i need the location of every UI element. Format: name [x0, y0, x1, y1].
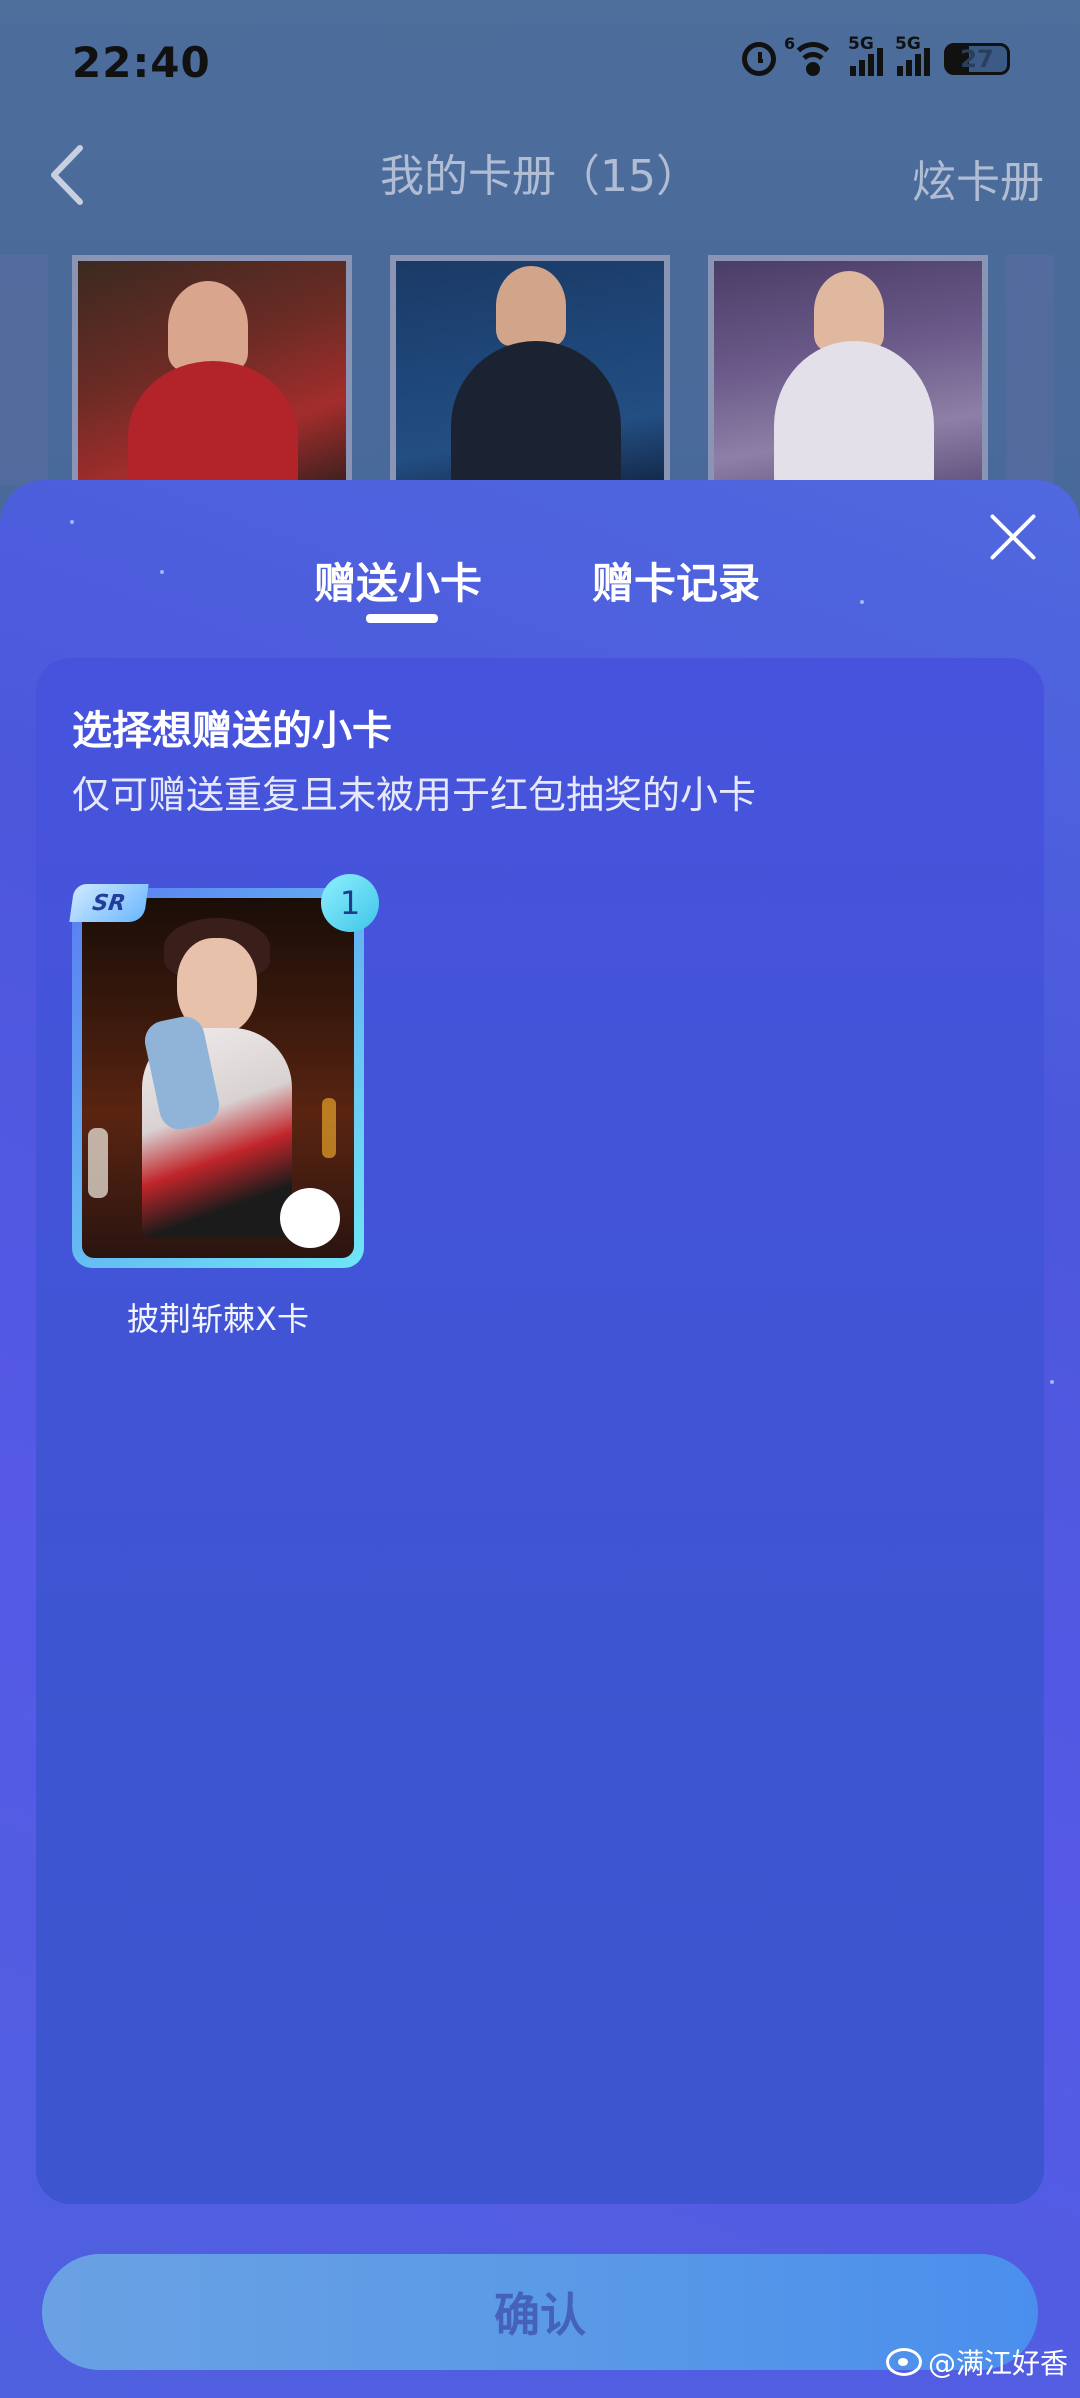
rarity-badge: SR [69, 884, 149, 922]
panel-title: 选择想赠送的小卡 [72, 708, 392, 754]
signal-icon-2: 5G [895, 34, 930, 76]
battery-icon: 27 [944, 43, 1010, 75]
tab-bar: 赠送小卡 赠卡记录 [0, 550, 1080, 640]
wifi-icon: 6 [784, 34, 836, 76]
active-tab-indicator [366, 614, 438, 623]
signal-2-label: 5G [895, 34, 921, 54]
alarm-icon [742, 42, 776, 76]
panel-subtitle: 仅可赠送重复且未被用于红包抽奖的小卡 [72, 773, 757, 817]
watermark: @满江好香 [885, 2342, 1068, 2382]
signal-icon-1: 5G [848, 34, 883, 76]
select-circle[interactable] [280, 1188, 340, 1248]
status-bar: 22:40 6 5G 5G 27 [0, 0, 1080, 130]
status-time: 22:40 [72, 38, 211, 87]
album-card[interactable] [72, 255, 352, 485]
show-album-button[interactable]: 炫卡册 [912, 146, 1044, 210]
weibo-icon [885, 2348, 922, 2376]
album-card-edge-right [1006, 255, 1054, 485]
tab-send-record[interactable]: 赠卡记录 [592, 550, 760, 611]
card-name: 披荆斩棘X卡 [127, 1300, 309, 1338]
gift-card-sheet: 赠送小卡 赠卡记录 选择想赠送的小卡 仅可赠送重复且未被用于红包抽奖的小卡 SR… [0, 480, 1080, 2398]
album-card-strip [0, 255, 1080, 485]
album-card[interactable] [708, 255, 988, 485]
status-icons: 6 5G 5G 27 [742, 34, 1010, 76]
card-photo [82, 898, 354, 1258]
card-selection-panel: 选择想赠送的小卡 仅可赠送重复且未被用于红包抽奖的小卡 SR 1 披荆斩棘X卡 [36, 658, 1044, 2204]
album-card-edge-left [0, 255, 48, 485]
card-count-badge: 1 [321, 874, 379, 932]
signal-1-label: 5G [848, 34, 874, 54]
album-card[interactable] [390, 255, 670, 485]
battery-level: 27 [960, 45, 994, 73]
watermark-text: @满江好香 [927, 2347, 1068, 2380]
tab-send-card[interactable]: 赠送小卡 [314, 550, 482, 611]
background-page: 22:40 6 5G 5G 27 我的卡册（15） 炫卡册 [0, 0, 1080, 520]
wifi-label: 6 [784, 34, 796, 53]
card-item[interactable] [72, 888, 364, 1268]
